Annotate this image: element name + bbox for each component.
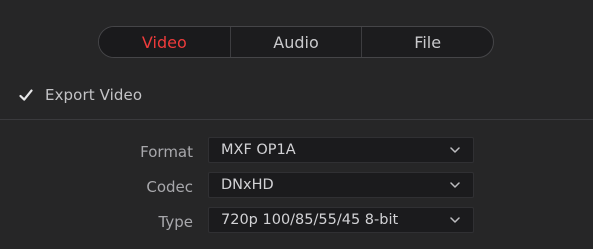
chevron-down-icon: [449, 146, 461, 154]
tab-bar: Video Audio File: [98, 26, 494, 58]
chevron-down-icon: [449, 216, 461, 224]
divider: [0, 119, 593, 120]
tab-video[interactable]: Video: [99, 27, 230, 57]
check-icon: [19, 89, 33, 101]
format-label: Format: [140, 143, 193, 161]
tab-file[interactable]: File: [361, 27, 493, 57]
type-select[interactable]: 720p 100/85/55/45 8-bit: [208, 207, 474, 233]
export-settings-panel: Video Audio File Export Video Format MXF…: [0, 0, 593, 249]
export-video-checkbox[interactable]: [18, 87, 34, 103]
codec-select[interactable]: DNxHD: [208, 172, 474, 198]
format-select[interactable]: MXF OP1A: [208, 137, 474, 163]
type-value: 720p 100/85/55/45 8-bit: [221, 212, 399, 228]
format-value: MXF OP1A: [221, 142, 296, 158]
type-label: Type: [158, 213, 193, 231]
codec-label: Codec: [146, 178, 193, 196]
tab-audio[interactable]: Audio: [229, 27, 362, 57]
codec-value: DNxHD: [221, 177, 274, 193]
export-video-label: Export Video: [45, 86, 143, 104]
chevron-down-icon: [449, 181, 461, 189]
export-video-row: Export Video: [18, 86, 142, 104]
